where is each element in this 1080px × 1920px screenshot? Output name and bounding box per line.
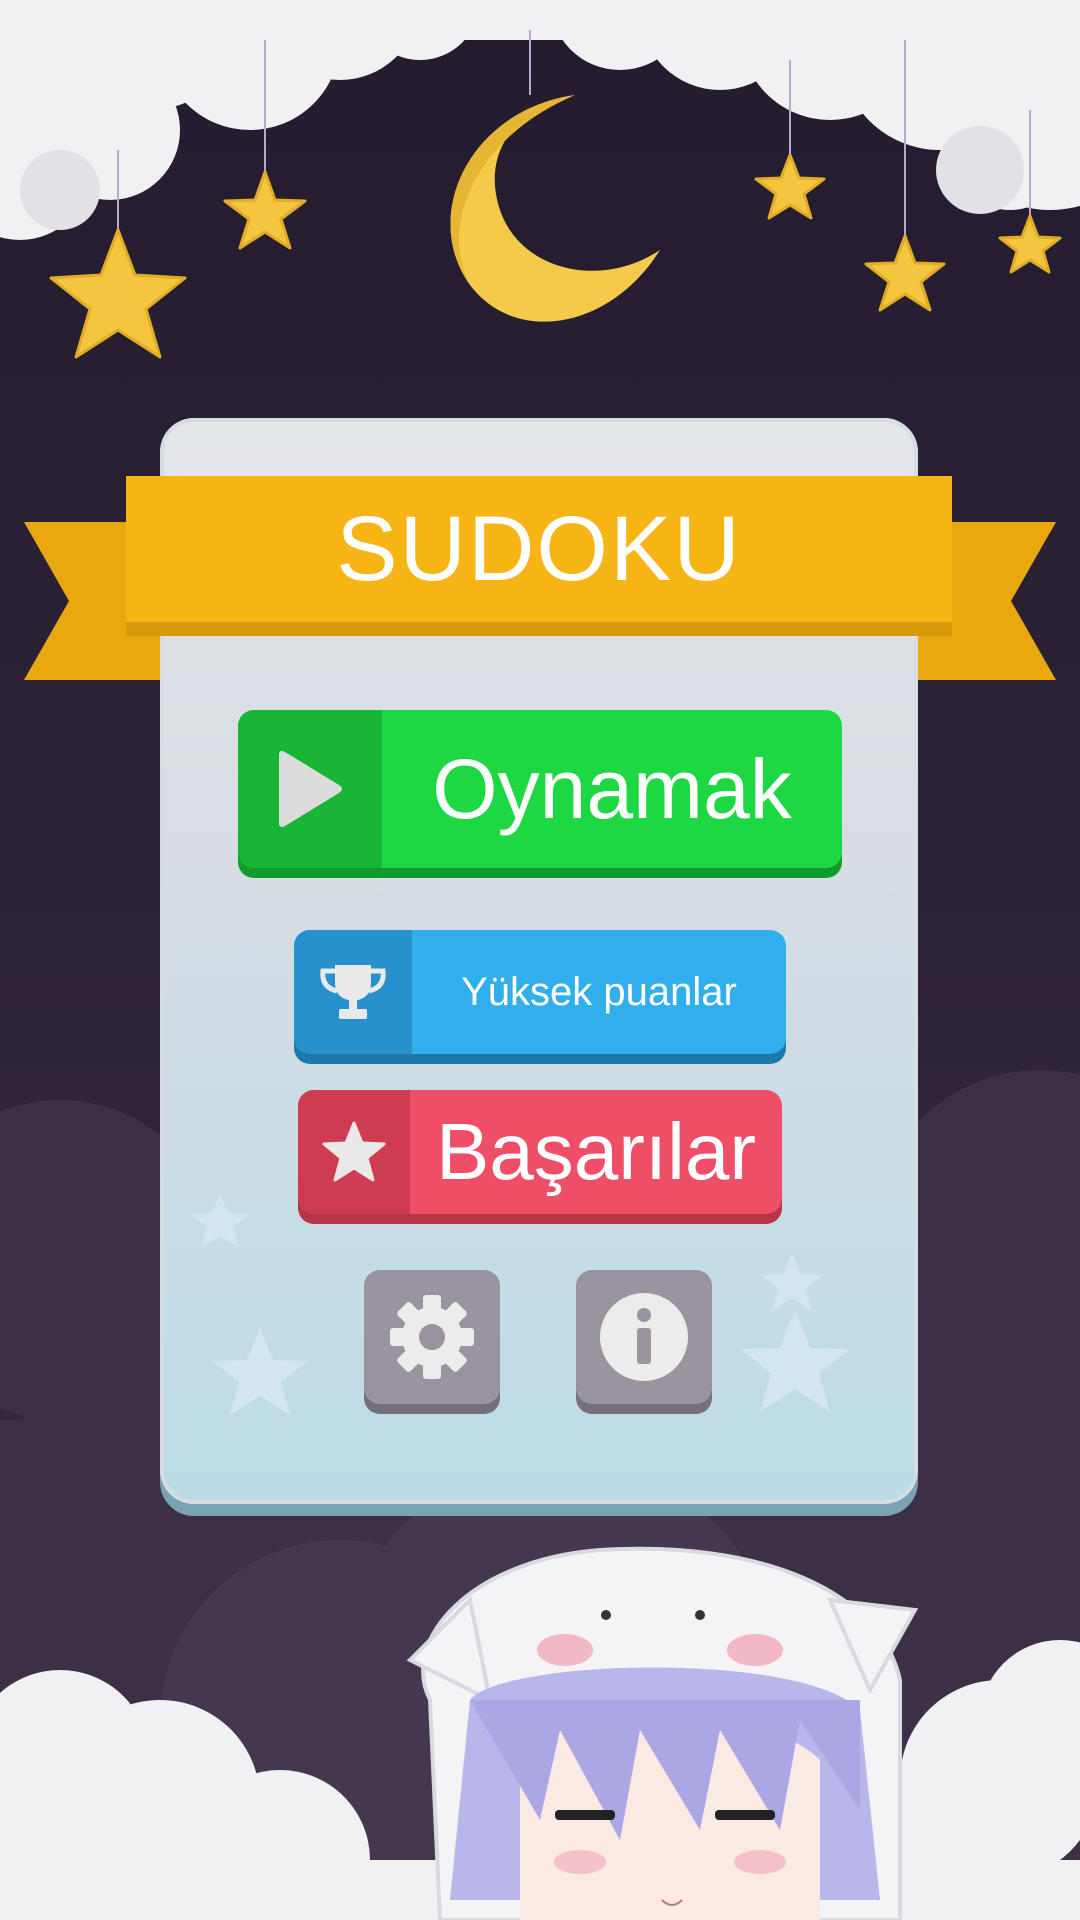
star-icon [864, 234, 946, 312]
star-icon [223, 170, 307, 250]
game-title: SUDOKU [336, 497, 742, 600]
star-icon [998, 214, 1062, 274]
hanging-stars [49, 153, 1062, 359]
settings-button[interactable] [364, 1270, 500, 1404]
achievements-button-icon-box [298, 1090, 410, 1214]
title-ribbon: SUDOKU [126, 476, 952, 622]
high-scores-button[interactable]: Yüksek puanlar [294, 930, 786, 1054]
info-icon [600, 1293, 688, 1381]
high-scores-button-label: Yüksek puanlar [461, 969, 737, 1014]
gear-icon [390, 1295, 474, 1379]
trophy-icon [320, 965, 386, 1019]
star-icon [322, 1121, 386, 1182]
play-button[interactable]: Oynamak [238, 710, 842, 868]
achievements-button[interactable]: Başarılar [298, 1090, 782, 1214]
sleeping-character [406, 1546, 919, 1920]
star-icon [754, 153, 826, 220]
play-icon [279, 751, 342, 827]
top-clouds [0, 0, 1080, 240]
play-button-label: Oynamak [432, 741, 792, 836]
info-button[interactable] [576, 1270, 712, 1404]
achievements-button-label: Başarılar [435, 1107, 757, 1196]
high-scores-button-icon-box [294, 930, 412, 1054]
play-button-icon-box [238, 710, 382, 868]
moon-icon [450, 95, 660, 322]
star-icon [49, 228, 187, 359]
